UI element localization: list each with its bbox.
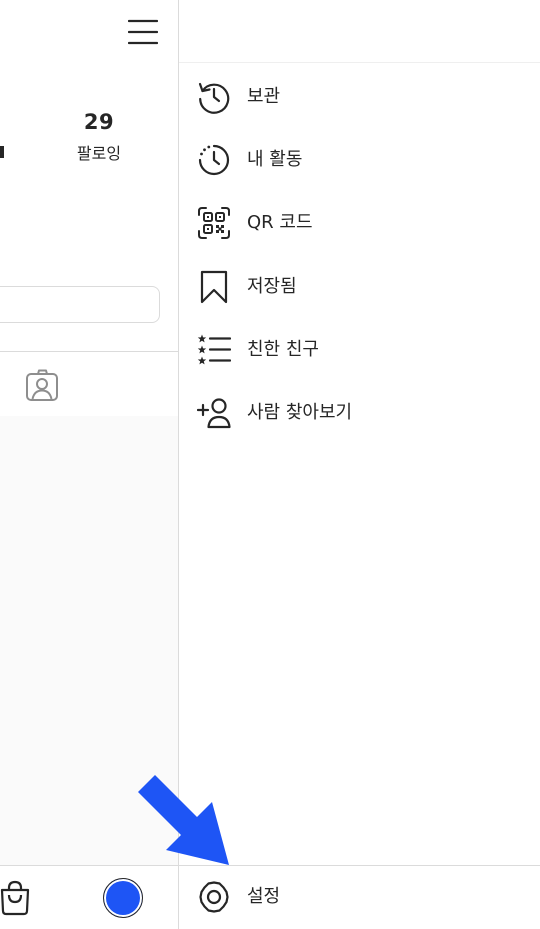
menu-item-close-friends[interactable]: 친한 친구	[179, 319, 540, 379]
edit-profile-button[interactable]	[0, 286, 160, 323]
tagged-posts-tab-icon[interactable]	[25, 369, 60, 402]
menu-item-archive[interactable]: 보관	[179, 66, 540, 126]
bookmark-icon	[197, 270, 231, 304]
menu-item-label: 보관	[247, 86, 281, 107]
drawer-header	[179, 0, 540, 63]
following-count: 29	[83, 110, 115, 134]
activity-clock-icon	[197, 143, 231, 177]
menu-item-label: 저장됨	[247, 276, 297, 297]
menu-item-discover-people[interactable]: 사람 찾아보기	[179, 382, 540, 442]
bottom-nav-bar	[0, 865, 178, 929]
following-label: 팔로잉	[76, 144, 122, 163]
gear-icon	[197, 880, 231, 914]
menu-item-qr-code[interactable]: QR 코드	[179, 192, 540, 252]
menu-item-label: 사람 찾아보기	[247, 402, 353, 423]
shop-bag-icon[interactable]	[0, 880, 32, 916]
profile-avatar[interactable]	[103, 878, 143, 918]
pointer-arrow-annotation	[135, 772, 235, 868]
menu-item-label: 친한 친구	[247, 339, 319, 360]
following-stat[interactable]: 29 팔로잉	[66, 110, 132, 164]
profile-header: 29 팔로잉	[0, 0, 178, 416]
menu-item-your-activity[interactable]: 내 활동	[179, 129, 540, 189]
archive-history-icon	[197, 80, 231, 114]
add-person-icon	[197, 396, 231, 430]
menu-item-saved[interactable]: 저장됨	[179, 256, 540, 316]
qr-code-icon	[197, 206, 231, 240]
menu-item-label: 내 활동	[247, 149, 303, 170]
hamburger-menu-icon[interactable]	[128, 18, 158, 46]
menu-item-label: QR 코드	[247, 212, 313, 233]
menu-item-settings[interactable]: 설정	[179, 865, 540, 929]
settings-label: 설정	[247, 886, 281, 907]
tabs-divider	[0, 351, 178, 352]
close-friends-list-icon	[197, 333, 231, 367]
followers-stat-partial	[0, 146, 4, 158]
